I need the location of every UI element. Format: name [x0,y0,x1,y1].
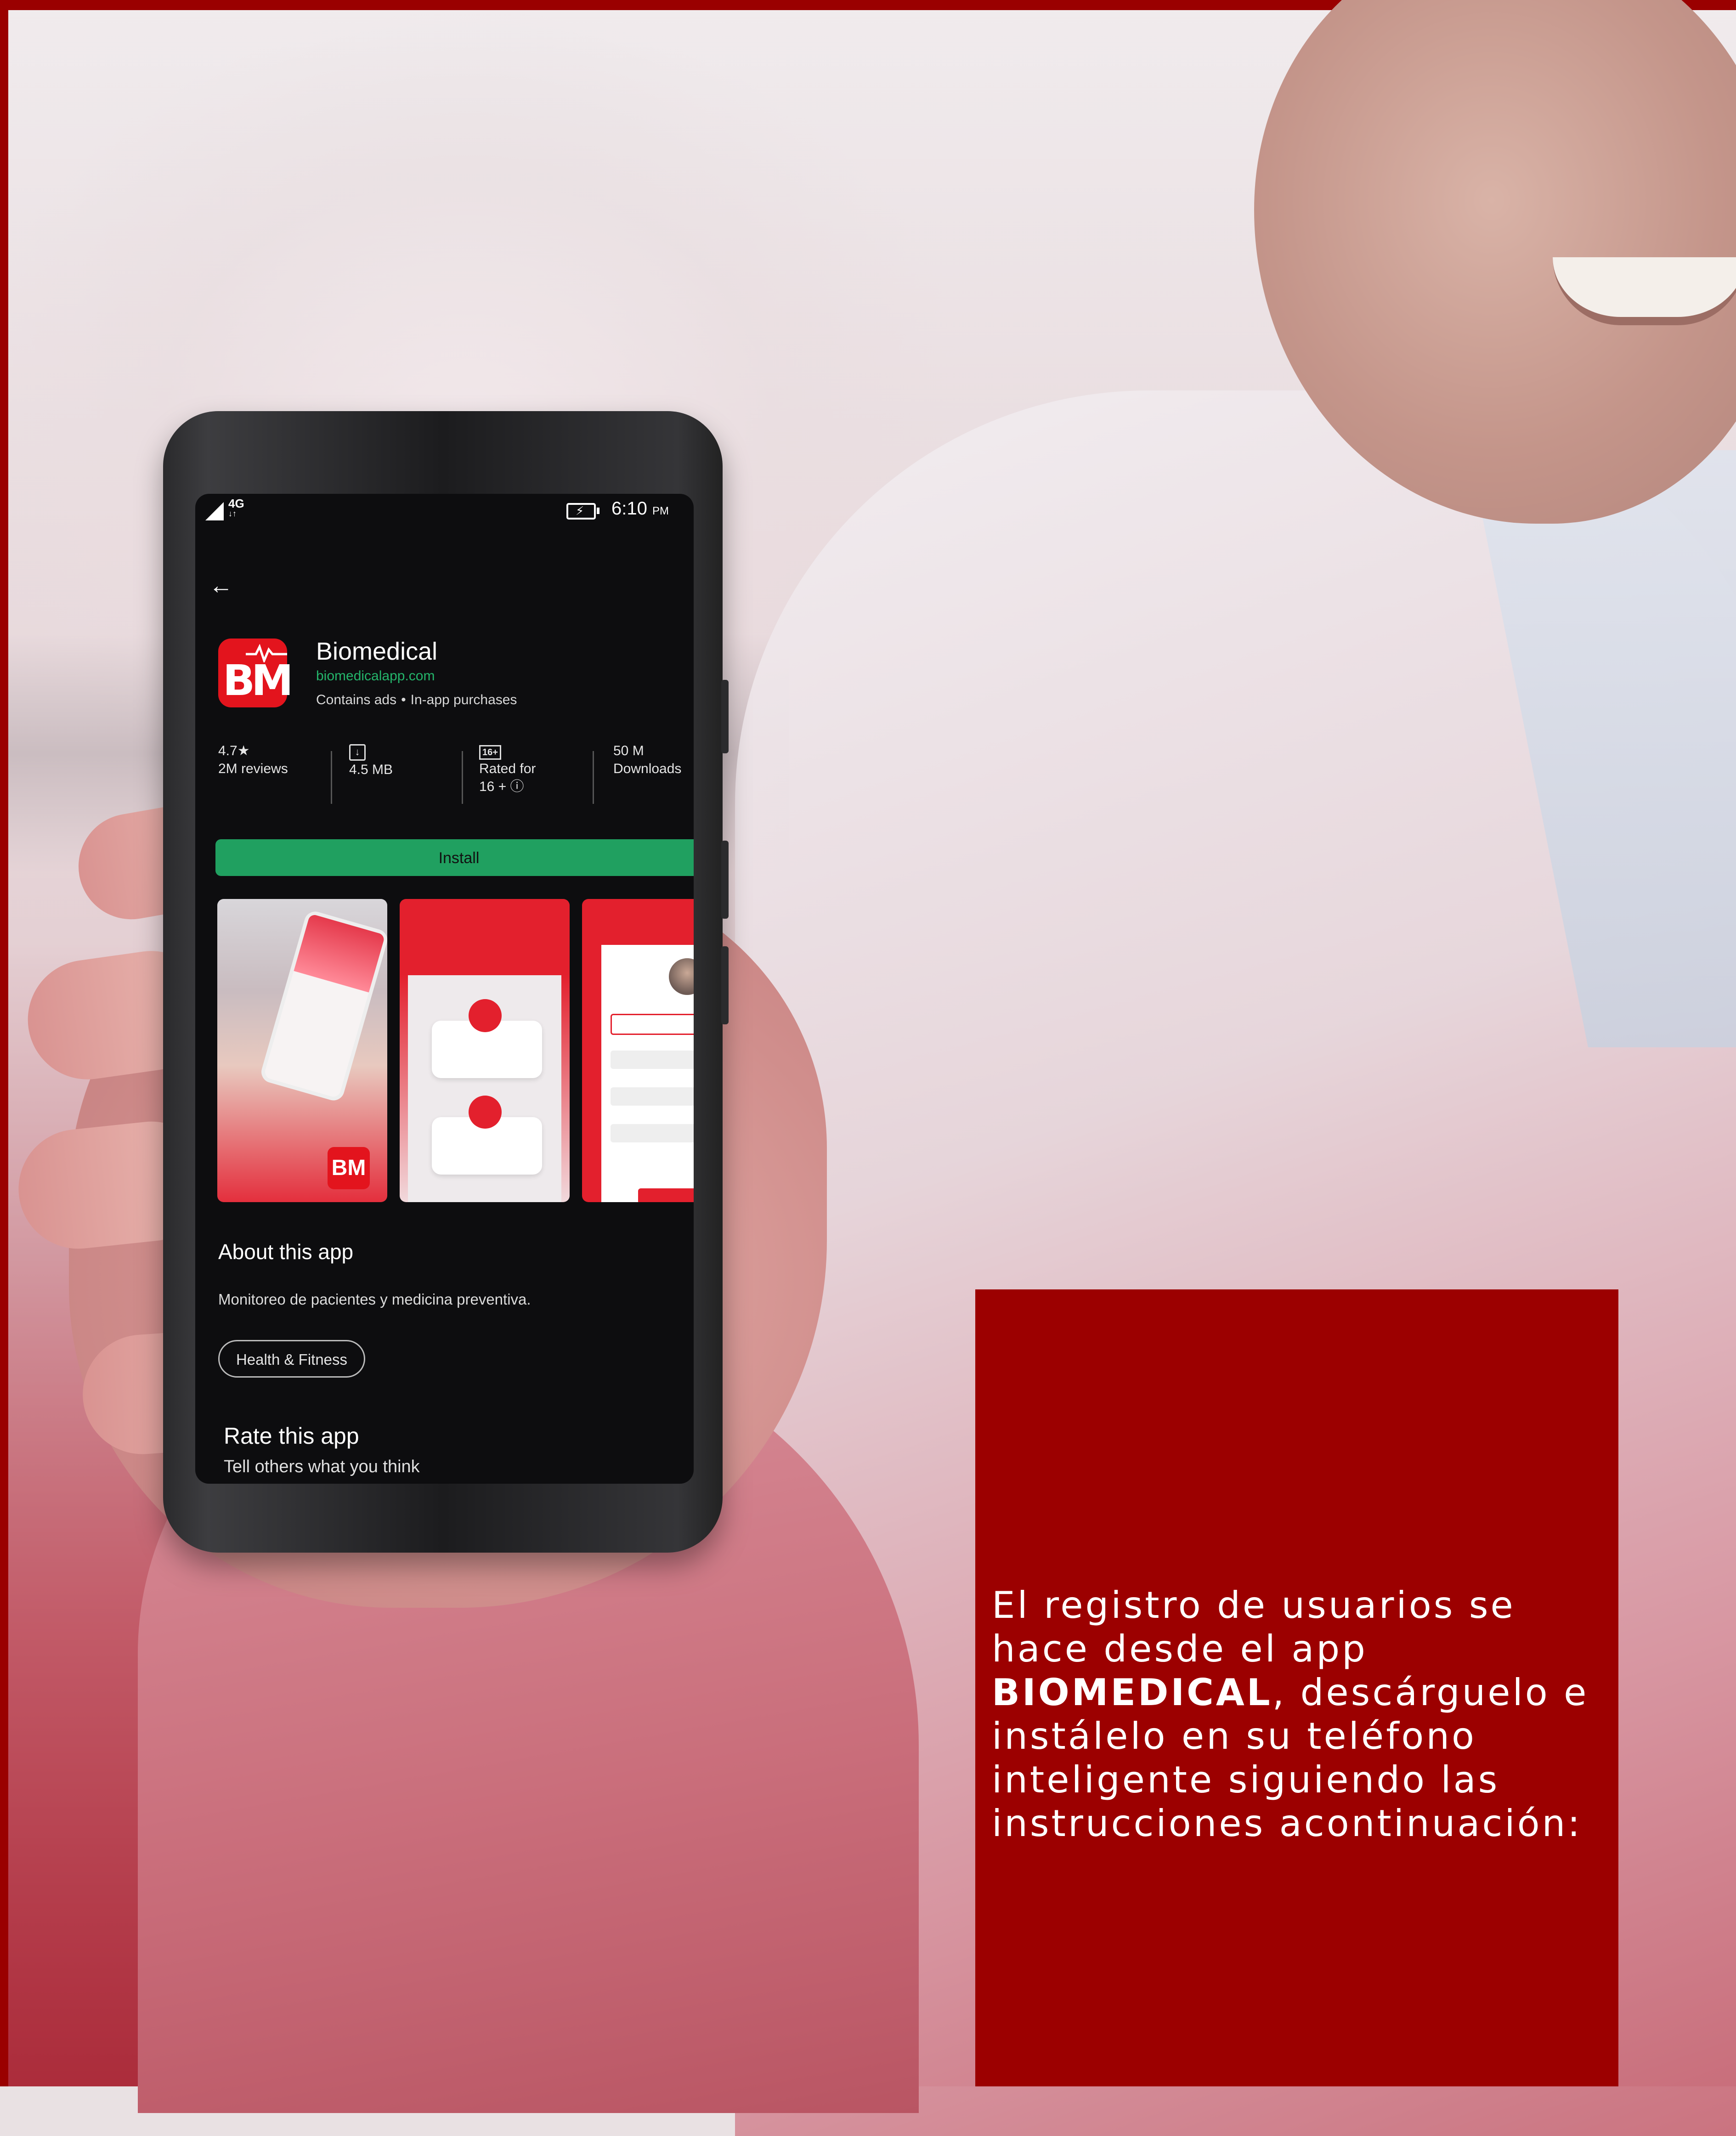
info-panel: El registro de usuarios se hace desde el… [975,1289,1618,2086]
status-bar: 4G ↓↑ ⚡ 6:10 PM [195,494,694,526]
divider [462,751,463,804]
left-border [0,0,8,2086]
clock: 6:10 PM [611,498,669,519]
app-stats: 4.7★ 2M reviews ↓ 4.5 MB 16+ Rated for 1… [218,742,694,811]
app-title: Biomedical [316,638,438,665]
back-arrow-icon[interactable]: ← [209,572,233,599]
rating-stat[interactable]: 4.7★ 2M reviews [218,742,288,778]
app-icon: BM [218,639,294,707]
size-stat: ↓ 4.5 MB [349,742,393,779]
phone-screen: 4G ↓↑ ⚡ 6:10 PM ← BM Biomedical biomedica… [195,494,694,1484]
divider [331,751,332,804]
mini-header [408,938,561,975]
screenshot-3[interactable] [582,899,694,1202]
install-button[interactable]: Install [215,839,694,876]
rating-badge: 16+ [479,745,501,760]
phone-side-button [721,841,729,919]
download-icon: ↓ [349,744,366,761]
divider [593,751,594,804]
app-logo-text: BM [223,656,294,705]
battery-icon: ⚡ [566,503,599,520]
downloads-stat: 50 M Downloads [613,743,682,776]
signal-icon [205,502,224,520]
app-meta: Contains ads • In-app purchases [316,692,517,707]
bell-icon [469,1096,502,1129]
screenshot-carousel[interactable]: BM [217,899,694,1202]
phone-side-button [721,680,729,753]
about-description: Monitoreo de pacientes y medicina preven… [218,1291,531,1308]
screenshot-1[interactable]: BM [217,899,387,1202]
content-rating-stat[interactable]: 16+ Rated for 16 + ⓘ [479,742,536,796]
bm-logo-icon: BM [328,1147,370,1189]
mini-phone-image [259,909,387,1103]
screenshot-2[interactable] [400,899,570,1202]
phone-side-button [721,946,729,1024]
patients-icon [469,999,502,1032]
category-chip[interactable]: Health & Fitness [218,1340,365,1378]
brand-name: BIOMEDICAL [992,1671,1272,1714]
about-section-title[interactable]: About this app [218,1239,353,1264]
rate-section-title: Rate this app [224,1423,359,1449]
developer-link[interactable]: biomedicalapp.com [316,668,435,684]
network-indicator: 4G ↓↑ [228,497,244,518]
info-text: El registro de usuarios se hace desde el… [992,1584,1589,1845]
rate-section-subtitle: Tell others what you think [224,1457,420,1476]
